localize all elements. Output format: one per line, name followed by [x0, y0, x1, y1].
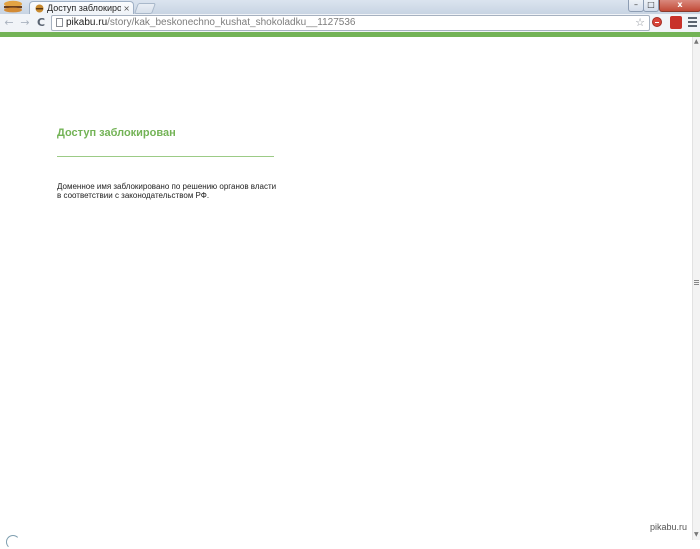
scroll-grip[interactable] [694, 280, 699, 286]
page-title: Доступ заблокирован [57, 127, 176, 139]
scroll-down-icon[interactable]: ▼ [694, 532, 699, 538]
forward-arrow-icon[interactable]: → [18, 15, 32, 30]
page-icon [56, 18, 63, 27]
url-path: /story/kak_beskonechno_kushat_shokoladku… [107, 17, 356, 28]
corner-logo-icon [6, 535, 20, 549]
back-arrow-icon[interactable]: ← [2, 15, 16, 30]
reload-icon[interactable]: C [34, 15, 48, 30]
page-content: Доступ заблокирован Доменное имя заблоки… [0, 37, 692, 549]
toolbar: ← → C pikabu.ru/story/kak_beskonechno_ku… [0, 14, 700, 32]
url-text: pikabu.ru/story/kak_beskonechno_kushat_s… [66, 16, 355, 30]
extension-icon[interactable] [670, 16, 682, 29]
title-bar: Доступ заблокирован × – □ x [0, 0, 700, 15]
close-icon: x [677, 0, 683, 9]
tab-favicon [35, 4, 44, 13]
new-tab-button[interactable] [133, 3, 157, 14]
block-message: Доменное имя заблокировано по решению ор… [57, 182, 287, 200]
block-message-line-2: в соответствии с законодательством РФ. [57, 191, 210, 200]
vertical-scrollbar[interactable]: ▲ ▼ [692, 37, 700, 540]
menu-icon[interactable] [688, 17, 697, 29]
close-window-button[interactable]: x [659, 0, 700, 12]
minimize-button[interactable]: – [628, 0, 644, 12]
address-bar[interactable]: pikabu.ru/story/kak_beskonechno_kushat_s… [51, 15, 650, 31]
watermark: pikabu.ru [650, 522, 688, 532]
adblock-icon[interactable] [652, 17, 662, 27]
maximize-icon: □ [647, 0, 655, 9]
maximize-button[interactable]: □ [643, 0, 659, 12]
star-icon[interactable]: ☆ [635, 16, 645, 30]
tab-active[interactable]: Доступ заблокирован × [29, 1, 134, 15]
app-icon[interactable] [2, 0, 24, 13]
minimize-icon: – [634, 0, 638, 9]
url-host: pikabu.ru [66, 17, 108, 28]
block-message-line-1: Доменное имя заблокировано по решению ор… [57, 182, 277, 191]
scroll-up-icon[interactable]: ▲ [694, 39, 699, 45]
divider [57, 156, 274, 157]
